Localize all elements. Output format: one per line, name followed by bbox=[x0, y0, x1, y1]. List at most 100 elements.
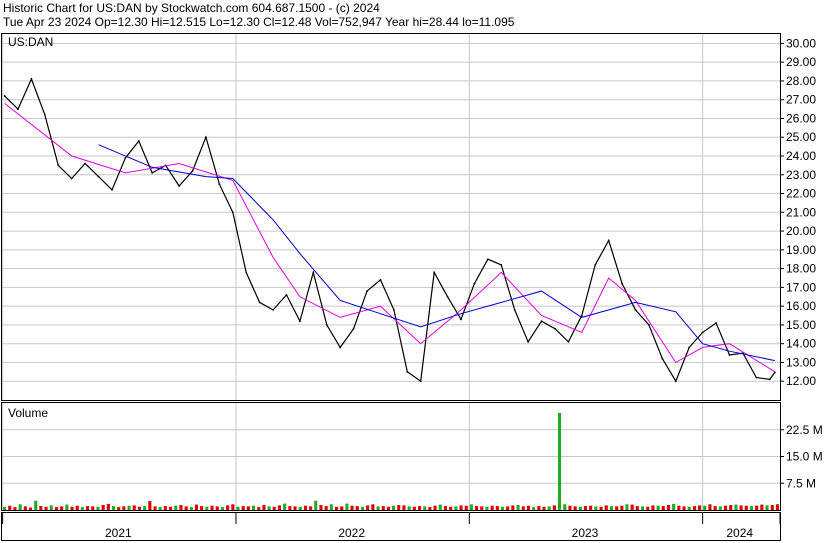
volume-bar bbox=[521, 506, 525, 510]
price-point bbox=[379, 278, 382, 281]
volume-gridlines bbox=[2, 403, 780, 510]
volume-bar bbox=[366, 505, 370, 510]
volume-bar bbox=[454, 506, 458, 510]
price-point bbox=[178, 185, 180, 187]
price-tick-label: 21.00 bbox=[786, 205, 816, 219]
volume-bar bbox=[485, 506, 489, 510]
stock-chart: 30.00 29.00 28.00 27.00 26.00 25.00 24.00 23.00… bbox=[1, 33, 823, 541]
price-point bbox=[339, 346, 342, 349]
volume-bar bbox=[646, 506, 650, 510]
price-point bbox=[648, 324, 650, 326]
price-point bbox=[419, 380, 422, 383]
volume-bar bbox=[345, 503, 349, 510]
volume-bar bbox=[267, 506, 271, 510]
moving-average-long-line bbox=[98, 144, 776, 362]
price-point bbox=[527, 340, 530, 343]
volume-bar bbox=[303, 505, 307, 510]
volume-bar bbox=[744, 505, 748, 510]
volume-bar bbox=[231, 504, 235, 510]
volume-bar bbox=[39, 506, 43, 510]
price-tick-label: 27.00 bbox=[786, 93, 816, 107]
volume-bar bbox=[18, 504, 22, 510]
volume-bar bbox=[620, 505, 624, 510]
volume-bar bbox=[589, 505, 593, 510]
volume-bar bbox=[542, 506, 546, 510]
volume-bar bbox=[573, 506, 577, 510]
volume-bar bbox=[96, 506, 100, 510]
volume-bar bbox=[262, 505, 266, 510]
volume-bar bbox=[682, 506, 686, 510]
volume-bar bbox=[407, 506, 411, 510]
volume-bar bbox=[641, 506, 645, 510]
year-label: 2023 bbox=[572, 526, 599, 540]
volume-bar bbox=[765, 505, 769, 510]
volume-bar bbox=[428, 507, 432, 510]
volume-bar bbox=[257, 507, 261, 510]
price-point bbox=[607, 239, 610, 242]
volume-bar bbox=[314, 500, 318, 510]
volume-bar bbox=[724, 505, 728, 510]
volume-bar bbox=[371, 504, 375, 510]
volume-bar bbox=[464, 505, 468, 510]
volume-bar bbox=[220, 507, 224, 510]
volume-bar bbox=[200, 506, 204, 510]
volume-bar bbox=[599, 506, 603, 510]
volume-bar bbox=[215, 506, 219, 510]
price-point bbox=[446, 295, 449, 298]
volume-bar bbox=[355, 506, 359, 510]
volume-bar bbox=[775, 504, 779, 510]
price-point bbox=[688, 346, 691, 349]
volume-bar bbox=[8, 505, 12, 510]
volume-bar bbox=[532, 507, 536, 510]
volume-bar bbox=[698, 505, 702, 510]
volume-bar bbox=[687, 506, 691, 510]
volume-bar bbox=[630, 504, 634, 510]
volume-bar bbox=[625, 504, 629, 510]
volume-bar bbox=[718, 506, 722, 510]
price-axis-ticks: 30.00 29.00 28.00 27.00 26.00 25.00 24.00 23.00… bbox=[780, 36, 816, 388]
price-tick-label: 18.00 bbox=[786, 262, 816, 276]
price-series-group bbox=[3, 77, 776, 383]
volume-bar bbox=[246, 506, 250, 510]
volume-bar bbox=[480, 506, 484, 510]
volume-bar bbox=[194, 504, 198, 510]
price-point bbox=[191, 170, 194, 172]
volume-bar bbox=[770, 505, 774, 510]
volume-panel-title: Volume bbox=[8, 406, 48, 420]
price-tick-label: 22.00 bbox=[786, 187, 816, 201]
price-point bbox=[513, 309, 516, 311]
volume-bar bbox=[438, 504, 442, 510]
price-point bbox=[554, 327, 556, 330]
price-point bbox=[621, 282, 623, 285]
volume-bar bbox=[75, 505, 79, 510]
volume-bar bbox=[677, 505, 681, 510]
volume-bar bbox=[443, 506, 447, 510]
volume-bar bbox=[537, 506, 541, 510]
volume-bar bbox=[666, 505, 670, 510]
volume-bar bbox=[148, 501, 152, 510]
volume-bar bbox=[169, 506, 173, 510]
volume-bar bbox=[760, 504, 764, 510]
volume-bar bbox=[179, 505, 183, 510]
volume-bar bbox=[288, 506, 292, 510]
price-tick-label: 16.00 bbox=[786, 299, 816, 313]
price-point bbox=[231, 211, 234, 214]
price-point bbox=[84, 162, 87, 165]
volume-bar bbox=[749, 506, 753, 510]
price-tick-label: 13.00 bbox=[786, 355, 816, 369]
price-point bbox=[70, 177, 73, 180]
volume-bar bbox=[241, 506, 245, 510]
volume-bar bbox=[60, 506, 64, 510]
price-point bbox=[540, 320, 543, 323]
price-point bbox=[312, 271, 315, 274]
volume-bar bbox=[376, 506, 380, 510]
price-point bbox=[460, 318, 462, 321]
price-point bbox=[325, 324, 328, 326]
volume-bar bbox=[283, 503, 287, 510]
price-panel-frame bbox=[1, 33, 781, 401]
price-tick-label: 17.00 bbox=[786, 280, 816, 294]
price-point bbox=[392, 309, 395, 311]
volume-bar bbox=[672, 503, 676, 510]
price-panel-title: US:DAN bbox=[8, 35, 53, 49]
volume-bar bbox=[184, 506, 188, 510]
